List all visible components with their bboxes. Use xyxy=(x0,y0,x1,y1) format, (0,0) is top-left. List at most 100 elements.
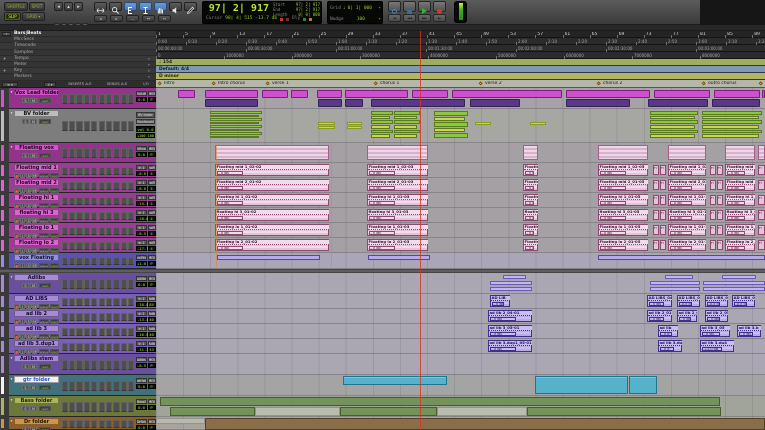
insert-slot[interactable] xyxy=(76,312,83,321)
clip-gain-label[interactable]: - 0 dB xyxy=(524,230,534,235)
volume-display[interactable]: 0.0 xyxy=(136,97,147,102)
send-slot[interactable] xyxy=(106,226,113,235)
audio-clip[interactable]: Fl xyxy=(710,210,716,220)
insert-slot[interactable] xyxy=(90,166,97,175)
grid-value[interactable]: 0| 1| 000 xyxy=(348,6,372,11)
insert-slot[interactable] xyxy=(69,196,76,205)
insert-slot[interactable] xyxy=(83,181,90,190)
transport-ffw-button[interactable]: ▶▶ xyxy=(418,14,431,22)
bv-clip-stripe[interactable] xyxy=(371,111,393,115)
send-slot[interactable] xyxy=(113,401,120,412)
clip-gain-label[interactable]: - 0 dB xyxy=(726,215,745,220)
input-path-selector[interactable]: In 1 xyxy=(136,195,147,200)
send-slot[interactable] xyxy=(113,196,120,205)
send-slot[interactable] xyxy=(99,401,106,412)
record-enable-button[interactable]: ● xyxy=(14,318,20,324)
insert-slot[interactable] xyxy=(76,166,83,175)
folder-clip-bar[interactable] xyxy=(703,287,765,291)
track-name[interactable]: Adlibs xyxy=(14,274,59,281)
solo-button[interactable]: S xyxy=(22,405,29,411)
bv-clip-stripe[interactable] xyxy=(371,115,390,120)
clip-gain-label[interactable]: - 0 dB xyxy=(726,170,745,175)
automation-mode-selector[interactable]: read xyxy=(39,426,51,430)
pan-display[interactable]: P xyxy=(147,363,156,368)
send-slot[interactable] xyxy=(106,166,113,175)
bv-clip-stripe[interactable] xyxy=(650,125,695,129)
track-lane-adlibs-stem[interactable] xyxy=(156,354,765,375)
volume-display[interactable]: -15.3 xyxy=(136,201,148,206)
insert-slot[interactable] xyxy=(90,327,97,336)
bv-clip-stripe[interactable] xyxy=(394,115,417,120)
audio-clip[interactable]: Fl xyxy=(653,225,659,235)
clip-gain-label[interactable]: - 0 dB xyxy=(216,230,243,235)
pan-display[interactable]: P xyxy=(147,152,156,157)
send-slot[interactable] xyxy=(127,419,134,428)
pan-display[interactable]: P xyxy=(147,405,156,410)
audio-clip[interactable]: Fl xyxy=(717,240,723,250)
send-slot[interactable] xyxy=(106,359,113,370)
clip-gain-label[interactable]: -13.0 dB xyxy=(701,346,722,351)
add-key-icon[interactable]: + xyxy=(3,69,7,73)
clip-gain-label[interactable]: - 0 dB xyxy=(669,215,693,220)
output-path-selector[interactable]: Adlbs xyxy=(147,341,156,346)
input-path-selector[interactable]: In 1 xyxy=(136,180,147,185)
pan-display[interactable]: 40 xyxy=(147,332,156,337)
insert-slot[interactable] xyxy=(76,241,83,250)
bv-clip-stripe[interactable] xyxy=(434,116,465,122)
input-path-selector[interactable]: gtrfoldr xyxy=(136,378,147,383)
track-name[interactable]: Adlibs stem xyxy=(14,355,59,362)
solo-button[interactable]: S xyxy=(22,118,29,124)
output-path-selector[interactable]: MOU.. xyxy=(147,276,156,281)
bv-clip-stripe[interactable] xyxy=(650,111,698,115)
send-slot[interactable] xyxy=(127,121,134,131)
folder-clip-segment[interactable] xyxy=(712,99,760,107)
track-view-selector[interactable]: wave xyxy=(39,187,49,193)
folder-clip-segment[interactable] xyxy=(262,89,288,98)
mute-button[interactable]: M xyxy=(30,405,37,411)
send-slot[interactable] xyxy=(106,257,113,265)
audio-clip[interactable]: Fl xyxy=(758,240,765,250)
insert-slot[interactable] xyxy=(90,257,97,265)
clip-gain-label[interactable]: - 0 dB xyxy=(368,245,395,250)
track-lane-ad-libs[interactable] xyxy=(156,294,765,309)
bv-clip-stripe[interactable] xyxy=(434,111,468,116)
send-slot[interactable] xyxy=(99,211,106,220)
track-lane-ad-lib-2[interactable] xyxy=(156,309,765,324)
insert-slot[interactable] xyxy=(90,380,97,391)
chevron-down-icon[interactable]: ▾ xyxy=(148,63,153,67)
audio-clip[interactable]: Fl xyxy=(653,195,659,205)
insert-slot[interactable] xyxy=(83,257,90,265)
clip-gain-label[interactable]: - 0 dB xyxy=(738,331,753,336)
clip-gain-label[interactable]: -0.5 dB xyxy=(678,301,693,306)
send-slot[interactable] xyxy=(113,93,120,104)
nudge-value[interactable]: 100 xyxy=(357,17,365,22)
send-slot[interactable] xyxy=(120,241,127,250)
audio-clip[interactable] xyxy=(343,376,447,385)
stop-button[interactable] xyxy=(403,1,416,14)
mute-button[interactable]: M xyxy=(30,97,37,103)
send-slot[interactable] xyxy=(120,257,127,265)
insert-slot[interactable] xyxy=(90,342,97,351)
volume-display[interactable]: -8.5 xyxy=(136,231,147,236)
bv-clip-stripe[interactable] xyxy=(650,120,698,124)
audio-clip[interactable]: Fl xyxy=(660,195,666,205)
folder-clip-striped[interactable] xyxy=(367,145,428,160)
volume-display[interactable]: +1.0 xyxy=(136,261,147,266)
zoom-toggle-button[interactable] xyxy=(94,2,107,13)
pan-display[interactable]: P xyxy=(147,282,156,287)
insert-slot[interactable] xyxy=(83,148,90,158)
input-path-selector[interactable]: Xfingrs xyxy=(136,146,147,151)
audio-clip[interactable]: Fl xyxy=(758,195,765,205)
pan-display[interactable]: 84 xyxy=(147,302,156,307)
mute-button[interactable]: M xyxy=(30,282,37,288)
insert-slot[interactable] xyxy=(76,196,83,205)
audio-clip[interactable] xyxy=(255,407,340,416)
zoom-tool-button[interactable] xyxy=(109,2,122,14)
insert-slot[interactable] xyxy=(90,181,97,190)
insert-slot[interactable] xyxy=(83,241,90,250)
insert-slot[interactable] xyxy=(62,241,69,250)
track-lane-gtr-folder[interactable] xyxy=(156,375,765,396)
insert-slot[interactable] xyxy=(83,278,90,289)
record-enable-button[interactable]: ● xyxy=(14,303,20,309)
track-name[interactable]: Dr folder xyxy=(14,418,59,425)
